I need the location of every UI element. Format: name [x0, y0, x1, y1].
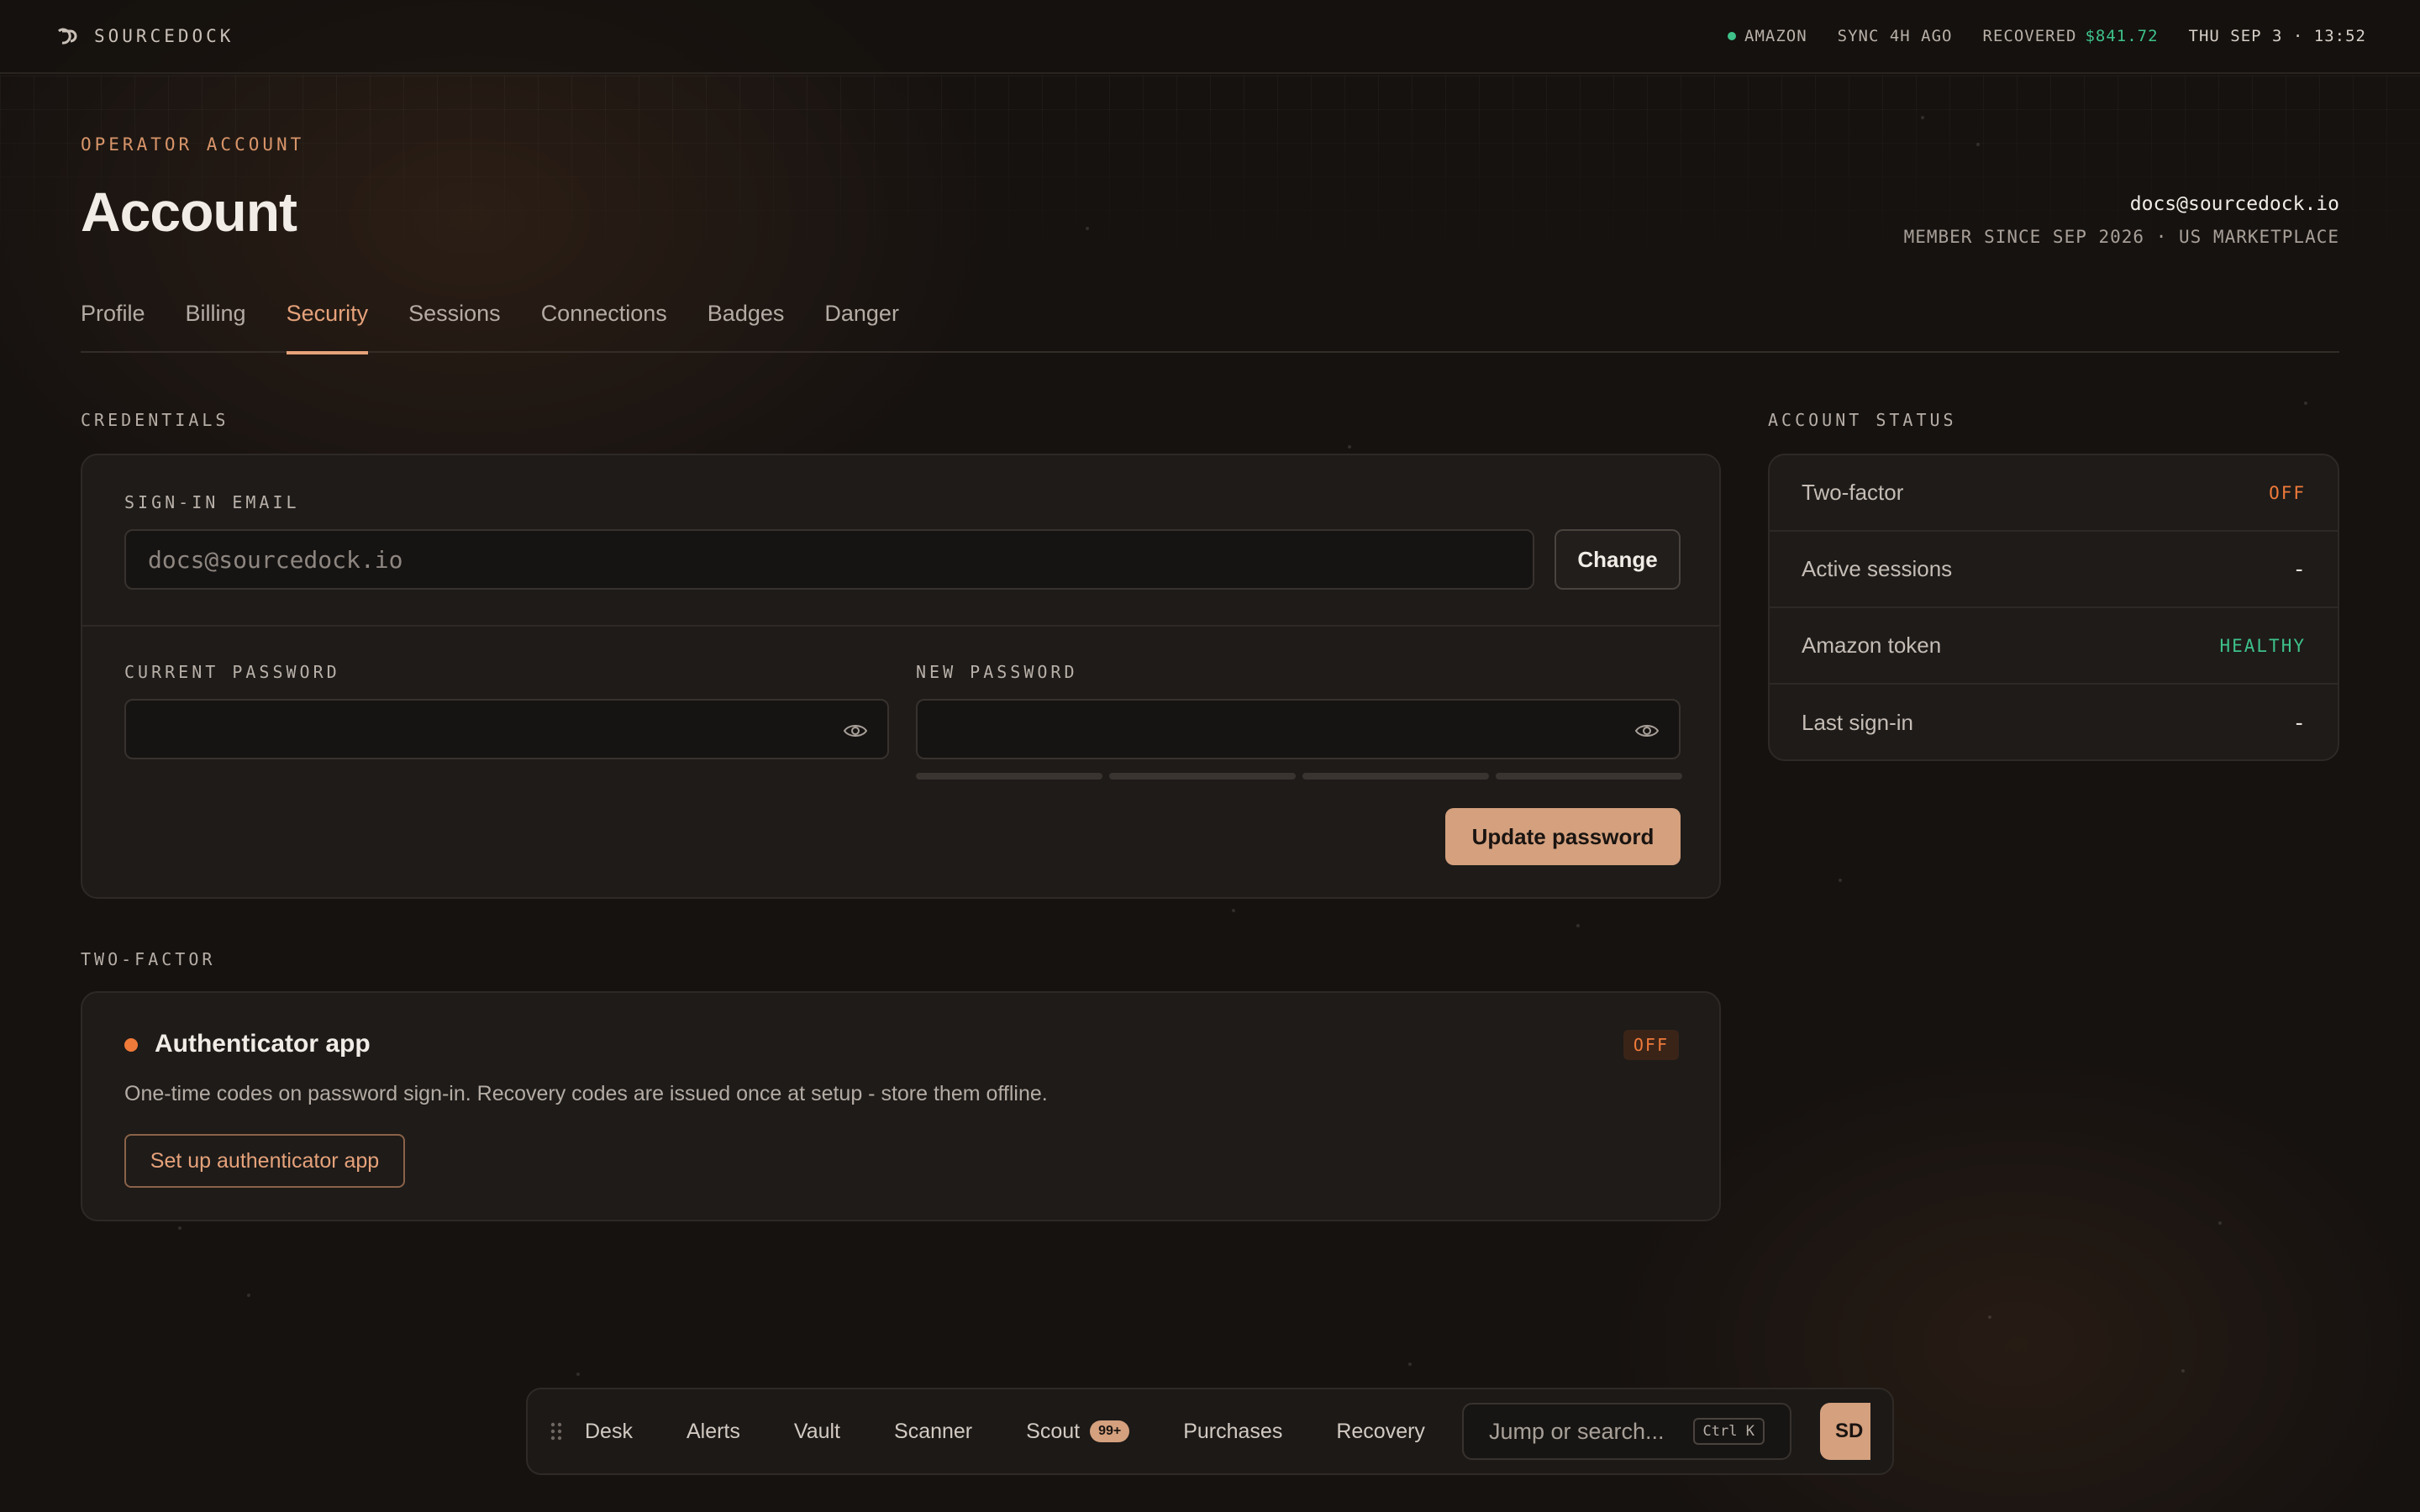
- account-email: docs@sourcedock.io: [2129, 193, 2339, 215]
- jump-search-input[interactable]: Jump or search... Ctrl K: [1461, 1403, 1791, 1460]
- two-factor-off-badge: OFF: [1623, 1030, 1679, 1060]
- new-password-field[interactable]: [916, 699, 1681, 759]
- drag-handle-icon[interactable]: [548, 1420, 565, 1443]
- tab-danger[interactable]: Danger: [824, 296, 899, 353]
- strength-segment: [916, 773, 1102, 780]
- credentials-divider: [82, 625, 1719, 627]
- marketplace-status: AMAZON: [1728, 27, 1807, 45]
- account-meta: docs@sourcedock.io MEMBER SINCE SEP 2026…: [1904, 193, 2339, 247]
- page-eyebrow: OPERATOR ACCOUNT: [81, 134, 305, 155]
- scout-count-badge: 99+: [1090, 1420, 1130, 1442]
- header-grid-background: [0, 76, 2420, 277]
- account-status-section-label: ACCOUNT STATUS: [1768, 410, 1957, 430]
- dock-item-alerts[interactable]: Alerts: [687, 1420, 740, 1444]
- recovered-status: RECOVERED $841.72: [1983, 27, 2159, 45]
- show-password-eye-icon[interactable]: [842, 717, 869, 744]
- status-label: Last sign-in: [1802, 710, 1913, 735]
- search-placeholder: Jump or search...: [1488, 1418, 1665, 1444]
- status-label: Active sessions: [1802, 556, 1953, 581]
- account-status-card: Two-factor OFF Active sessions - Amazon …: [1768, 454, 2339, 761]
- status-value: HEALTHY: [2219, 635, 2306, 656]
- setup-authenticator-button[interactable]: Set up authenticator app: [124, 1134, 405, 1188]
- strength-segment: [1109, 773, 1296, 780]
- status-row-amazon-token: Amazon token HEALTHY: [1770, 608, 2338, 685]
- clock: THU SEP 3 · 13:52: [2188, 27, 2366, 45]
- dock-item-vault[interactable]: Vault: [794, 1420, 840, 1444]
- member-since: MEMBER SINCE SEP 2026 · US MARKETPLACE: [1903, 227, 2339, 247]
- sync-status: SYNC 4H AGO: [1837, 27, 1953, 45]
- status-label: Amazon token: [1802, 633, 1942, 658]
- page-title: Account: [81, 181, 297, 243]
- recovered-label: RECOVERED: [1982, 27, 2077, 45]
- new-password-label: NEW PASSWORD: [916, 662, 1078, 682]
- tab-badges[interactable]: Badges: [708, 296, 785, 353]
- credentials-section-label: CREDENTIALS: [81, 410, 229, 430]
- status-value: OFF: [2269, 482, 2306, 503]
- dock-item-scout[interactable]: Scout 99+: [1026, 1419, 1130, 1444]
- tab-sessions[interactable]: Sessions: [408, 296, 501, 353]
- shortcut-hint: Ctrl K: [1692, 1418, 1765, 1445]
- dock-item-desk[interactable]: Desk: [585, 1420, 633, 1444]
- marketplace-label: AMAZON: [1744, 27, 1807, 45]
- show-new-password-eye-icon[interactable]: [1634, 717, 1660, 744]
- strength-segment: [1302, 773, 1489, 780]
- credentials-card: SIGN-IN EMAIL docs@sourcedock.io Change …: [81, 454, 1721, 899]
- brand-name: SOURCEDOCK: [94, 26, 234, 46]
- current-password-label: CURRENT PASSWORD: [124, 662, 340, 682]
- dock-item-label: Alerts: [686, 1419, 740, 1443]
- status-dot-icon: [124, 1038, 138, 1052]
- tab-billing[interactable]: Billing: [186, 296, 246, 353]
- sign-in-email-field[interactable]: docs@sourcedock.io: [124, 529, 1534, 590]
- recovered-value: $841.72: [2085, 27, 2159, 45]
- authenticator-title: Authenticator app: [155, 1030, 371, 1058]
- tab-profile[interactable]: Profile: [81, 296, 145, 353]
- dock-item-label: Scanner: [894, 1419, 973, 1443]
- two-factor-card: Authenticator app OFF One-time codes on …: [81, 991, 1721, 1221]
- dock-item-label: Scout: [1026, 1419, 1081, 1443]
- status-row-active-sessions: Active sessions -: [1770, 532, 2338, 608]
- status-value: -: [2292, 710, 2306, 736]
- tab-connections[interactable]: Connections: [541, 296, 667, 353]
- dock-item-label: Vault: [793, 1419, 841, 1443]
- dock-item-label: Desk: [585, 1419, 633, 1443]
- status-value: -: [2292, 556, 2306, 582]
- sourcedock-logo-icon: [58, 28, 77, 45]
- update-password-button[interactable]: Update password: [1445, 808, 1681, 865]
- dock-item-recovery[interactable]: Recovery: [1336, 1420, 1425, 1444]
- dock-item-scanner[interactable]: Scanner: [894, 1420, 972, 1444]
- tab-security[interactable]: Security: [286, 296, 368, 354]
- brand[interactable]: SOURCEDOCK: [54, 23, 234, 50]
- status-row-two-factor: Two-factor OFF: [1770, 455, 2338, 532]
- online-dot-icon: [1728, 32, 1737, 40]
- authenticator-description: One-time codes on password sign-in. Reco…: [124, 1082, 1048, 1105]
- dock-item-purchases[interactable]: Purchases: [1183, 1420, 1282, 1444]
- status-row-last-sign-in: Last sign-in -: [1770, 685, 2338, 759]
- current-password-field[interactable]: [124, 699, 889, 759]
- password-strength-meter: [916, 773, 1682, 780]
- dock-item-label: Purchases: [1183, 1419, 1283, 1443]
- avatar[interactable]: SD: [1819, 1403, 1870, 1460]
- strength-segment: [1496, 773, 1682, 780]
- status-label: Two-factor: [1802, 480, 1904, 505]
- two-factor-section-label: TWO-FACTOR: [81, 949, 216, 969]
- change-email-button[interactable]: Change: [1555, 529, 1681, 590]
- sign-in-email-label: SIGN-IN EMAIL: [124, 492, 300, 512]
- top-bar: SOURCEDOCK AMAZON SYNC 4H AGO RECOVERED …: [0, 0, 2420, 74]
- status-strip: AMAZON SYNC 4H AGO RECOVERED $841.72 THU…: [1728, 27, 2366, 45]
- bottom-dock: Desk Alerts Vault Scanner Scout 99+ Purc…: [526, 1388, 1894, 1475]
- dock-item-label: Recovery: [1336, 1419, 1425, 1443]
- account-tabs: Profile Billing Security Sessions Connec…: [81, 296, 2339, 354]
